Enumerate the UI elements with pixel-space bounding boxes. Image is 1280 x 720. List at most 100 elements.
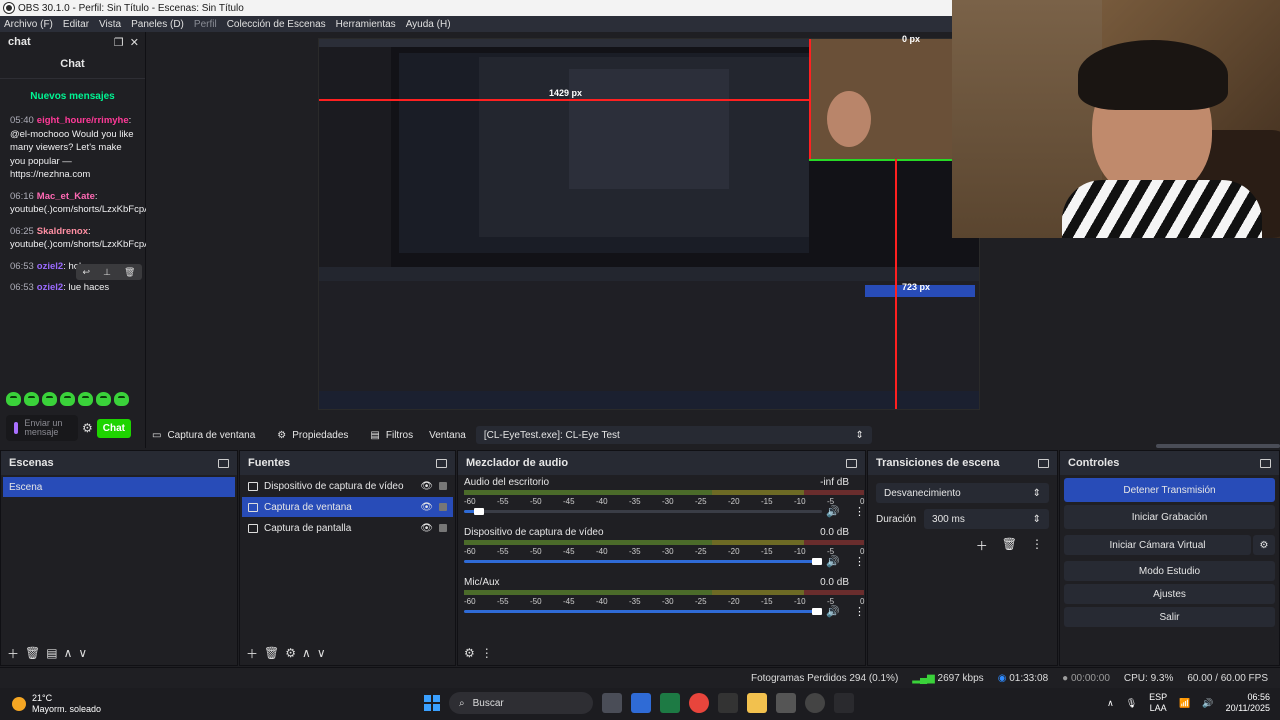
lock-icon[interactable] <box>439 482 447 490</box>
trash-icon[interactable]: 🗑 <box>1002 537 1017 554</box>
task-view-icon[interactable] <box>602 693 622 713</box>
stop-stream-button[interactable]: Detener Transmisión <box>1064 478 1275 502</box>
properties-button[interactable]: ⚙ Propiedades <box>271 427 354 444</box>
delete-icon[interactable]: 🗑 <box>124 267 135 278</box>
excel-icon[interactable] <box>660 693 680 713</box>
visibility-eye-icon[interactable]: 👁 <box>420 481 433 492</box>
menu-archivo[interactable]: Archivo (F) <box>4 19 53 30</box>
file-explorer-icon[interactable] <box>747 693 767 713</box>
app-icon[interactable] <box>834 693 854 713</box>
advanced-audio-gear-icon[interactable]: ⚙ <box>464 646 475 660</box>
weather-widget[interactable]: 21°C Mayorm. soleado <box>12 693 101 715</box>
menu-ayuda[interactable]: Ayuda (H) <box>406 19 451 30</box>
trash-icon[interactable]: 🗑 <box>264 646 279 660</box>
clock[interactable]: 06:56 20/11/2025 <box>1226 692 1270 714</box>
float-icon[interactable] <box>218 458 229 468</box>
mic-icon[interactable]: 🎙 <box>1126 698 1137 709</box>
float-icon[interactable]: ❐ <box>114 36 124 49</box>
emote-icon[interactable] <box>114 392 129 406</box>
float-icon[interactable] <box>1038 458 1049 468</box>
bits-icon[interactable] <box>14 422 19 434</box>
trash-icon[interactable]: 🗑 <box>25 646 40 660</box>
emote-icon[interactable] <box>78 392 93 406</box>
chat-username[interactable]: Skaldrenox <box>37 226 88 237</box>
add-icon[interactable]: ＋ <box>7 645 19 662</box>
volume-slider[interactable] <box>464 558 822 565</box>
pin-icon[interactable]: ⊥ <box>103 267 111 278</box>
exit-button[interactable]: Salir <box>1064 607 1275 627</box>
move-up-icon[interactable]: ∧ <box>302 646 311 660</box>
add-icon[interactable]: ＋ <box>976 537 988 554</box>
more-menu-icon[interactable]: ⋮ <box>481 646 493 660</box>
volume-slider[interactable] <box>464 508 822 515</box>
source-item[interactable]: Dispositivo de captura de vídeo 👁 <box>242 476 453 496</box>
taskbar-search[interactable]: ⌕ Buscar <box>449 692 593 714</box>
emote-icon[interactable] <box>96 392 111 406</box>
menu-herramientas[interactable]: Herramientas <box>336 19 396 30</box>
speaker-icon[interactable]: 🔊 <box>826 605 840 618</box>
virtual-cam-settings-gear-icon[interactable]: ⚙ <box>1253 535 1275 555</box>
window-select[interactable]: [CL-EyeTest.exe]: CL-Eye Test ⇕ <box>475 426 872 444</box>
slider-handle[interactable] <box>812 608 822 615</box>
chat-username[interactable]: Mac_et_Kate <box>37 191 95 202</box>
menu-perfil[interactable]: Perfil <box>194 19 217 30</box>
windows-start-icon[interactable] <box>424 695 440 711</box>
studio-mode-button[interactable]: Modo Estudio <box>1064 561 1275 581</box>
language-indicator[interactable]: ESP LAA <box>1149 692 1167 714</box>
chrome-icon[interactable] <box>689 693 709 713</box>
add-icon[interactable]: ＋ <box>246 645 258 662</box>
scene-item[interactable]: Escena <box>3 477 235 497</box>
more-menu-icon[interactable]: ⋮ <box>1031 537 1043 554</box>
settings-button[interactable]: Ajustes <box>1064 584 1275 604</box>
chat-username[interactable]: oziel2 <box>37 261 63 272</box>
float-icon[interactable] <box>1260 458 1271 468</box>
source-item[interactable]: Captura de ventana 👁 <box>242 497 453 517</box>
move-down-icon[interactable]: ∨ <box>317 646 326 660</box>
slider-handle[interactable] <box>812 558 822 565</box>
float-icon[interactable] <box>846 458 857 468</box>
speaker-icon[interactable]: 🔊 <box>826 505 840 518</box>
reply-icon[interactable]: ↩ <box>83 267 91 278</box>
lock-icon[interactable] <box>439 503 447 511</box>
transition-select[interactable]: Desvanecimiento ⇕ <box>876 483 1049 503</box>
more-menu-icon[interactable]: ⋮ <box>854 505 865 518</box>
wifi-icon[interactable]: 📶 <box>1179 698 1190 709</box>
move-up-icon[interactable]: ∧ <box>64 646 73 660</box>
new-messages-banner[interactable]: Nuevos mensajes <box>0 79 145 110</box>
close-icon[interactable]: ✕ <box>130 36 139 49</box>
store-icon[interactable] <box>631 693 651 713</box>
chat-input[interactable]: Enviar un mensaje <box>6 415 78 441</box>
chevron-up-icon[interactable]: ∧ <box>1107 698 1114 709</box>
chat-send-button[interactable]: Chat <box>96 418 131 438</box>
menu-coleccion-escenas[interactable]: Colección de Escenas <box>227 19 326 30</box>
emote-icon[interactable] <box>24 392 39 406</box>
gear-icon[interactable]: ⚙ <box>285 646 296 660</box>
visibility-eye-icon[interactable]: 👁 <box>420 523 433 534</box>
chat-username[interactable]: oziel2 <box>37 282 63 293</box>
chat-username[interactable]: eight_houre/rrimyhe <box>37 115 129 126</box>
lock-icon[interactable] <box>439 524 447 532</box>
speaker-icon[interactable]: 🔊 <box>826 555 840 568</box>
filters-button[interactable]: ▤ Filtros <box>364 427 419 444</box>
emote-icon[interactable] <box>60 392 75 406</box>
volume-icon[interactable]: 🔊 <box>1202 698 1213 709</box>
menu-paneles[interactable]: Paneles (D) <box>131 19 184 30</box>
more-menu-icon[interactable]: ⋮ <box>854 605 865 618</box>
menu-editar[interactable]: Editar <box>63 19 89 30</box>
epic-games-icon[interactable] <box>718 693 738 713</box>
move-down-icon[interactable]: ∨ <box>78 646 87 660</box>
float-icon[interactable] <box>436 458 447 468</box>
source-item[interactable]: Captura de pantalla 👁 <box>242 518 453 538</box>
emote-icon[interactable] <box>42 392 57 406</box>
chat-settings-gear-icon[interactable]: ⚙ <box>82 421 93 435</box>
emote-icon[interactable] <box>6 392 21 406</box>
start-recording-button[interactable]: Iniciar Grabación <box>1064 505 1275 529</box>
volume-slider[interactable] <box>464 608 822 615</box>
scene-filters-icon[interactable]: ▤ <box>46 646 57 660</box>
duration-spinbox[interactable]: 300 ms ⇕ <box>924 509 1049 529</box>
visibility-eye-icon[interactable]: 👁 <box>420 502 433 513</box>
menu-vista[interactable]: Vista <box>99 19 121 30</box>
app-icon[interactable] <box>776 693 796 713</box>
start-virtual-cam-button[interactable]: Iniciar Cámara Virtual <box>1064 535 1251 555</box>
more-menu-icon[interactable]: ⋮ <box>854 555 865 568</box>
